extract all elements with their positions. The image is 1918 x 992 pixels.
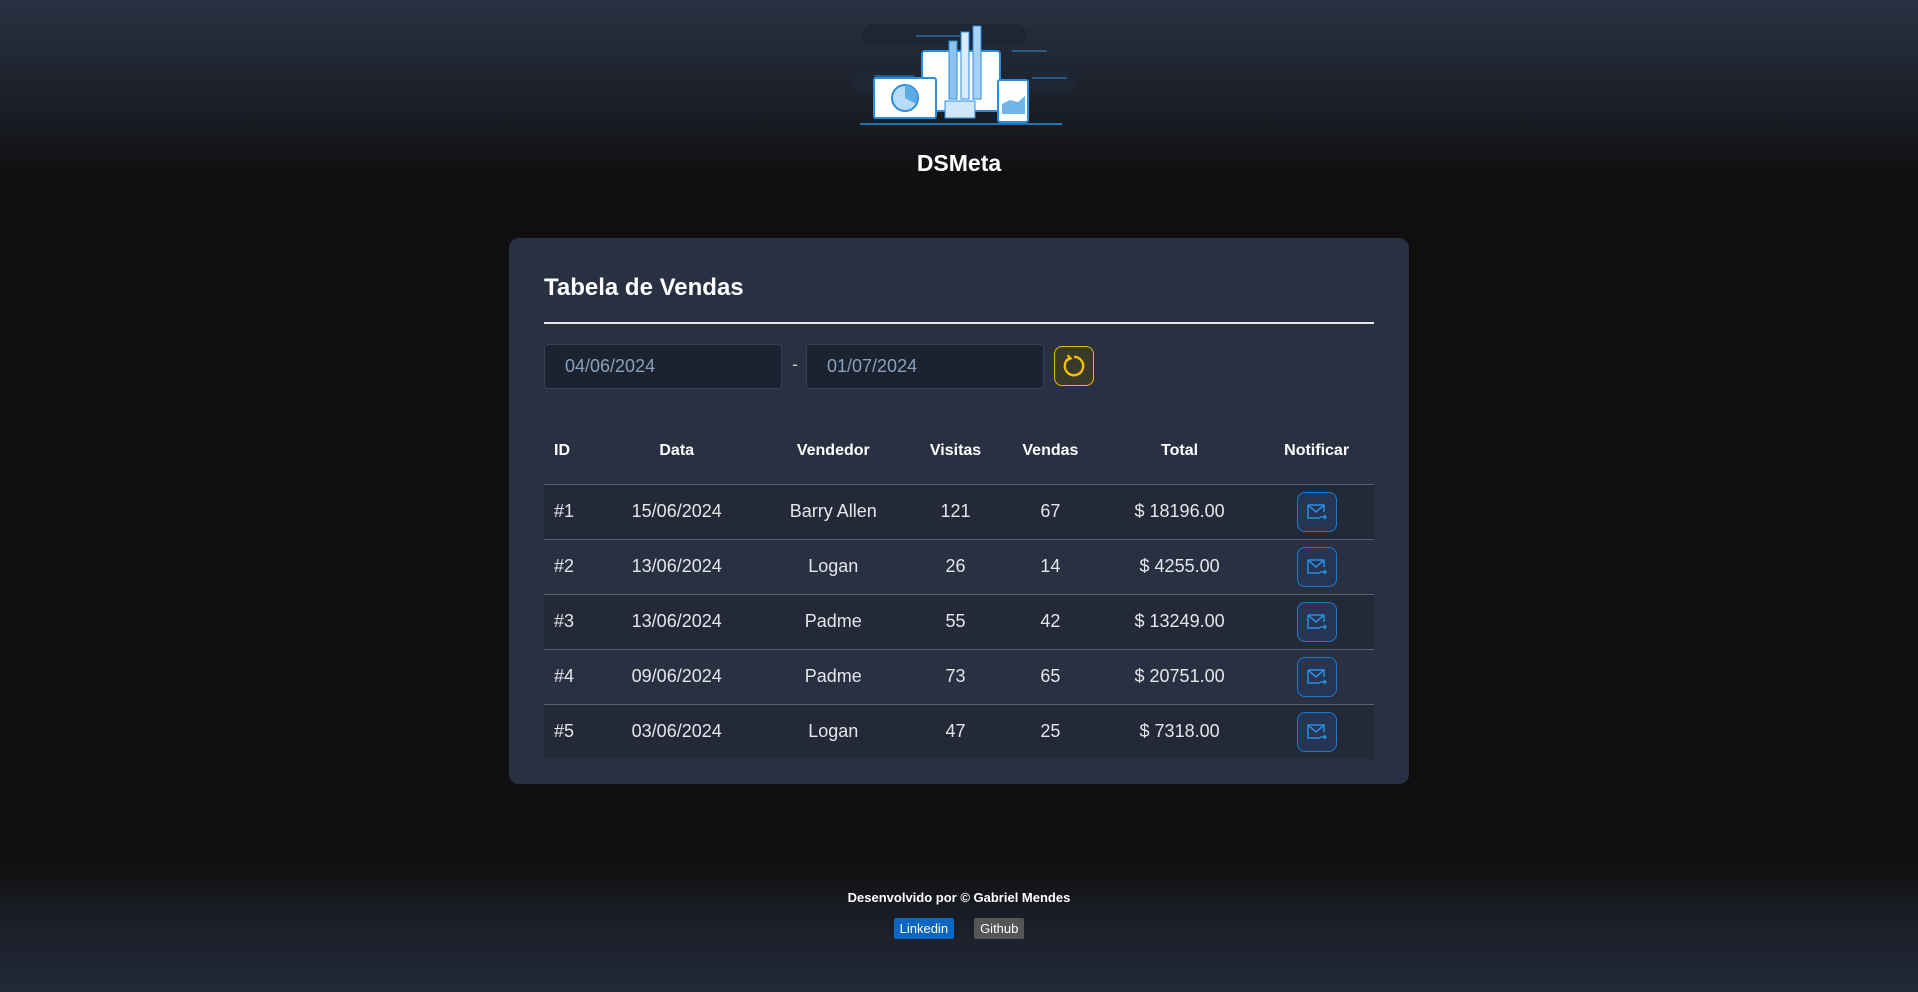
date-max-input[interactable] [806,344,1044,389]
mail-icon [1306,724,1327,740]
cell-sales: 65 [1000,649,1100,705]
cell-visits: 26 [910,539,1001,595]
refresh-button[interactable] [1054,346,1094,386]
cell-date: 13/06/2024 [597,539,757,595]
cell-sales: 67 [1000,484,1100,540]
cell-total: $ 4255.00 [1099,539,1260,595]
refresh-icon [1063,354,1085,377]
cell-date: 03/06/2024 [631,721,722,742]
cell-date: 15/06/2024 [597,484,757,540]
col-visits: Visitas [910,418,1001,485]
cell-date: 09/06/2024 [597,649,757,705]
date-min-input[interactable] [544,344,782,389]
sales-table-card: Tabela de Vendas - ID Data Vendedor Visi… [509,238,1409,784]
github-link[interactable]: Github [974,918,1025,939]
cell-total: $ 7318.00 [1139,721,1220,742]
notify-button[interactable] [1296,491,1337,532]
cell-notify [1259,649,1374,705]
table-row: #2 13/06/2024 Logan 26 14 $ 4255.00 [544,539,1374,595]
footer-credit: Desenvolvido por © Gabriel Mendes [847,890,1071,905]
cell-total: $ 13249.00 [1099,594,1260,650]
cell-visits: 73 [910,649,1001,705]
cell-seller: Padme [756,649,911,705]
table-row: #1 15/06/2024 Barry Allen 121 67 $ 18196.00 [544,484,1374,540]
cell-seller: Logan [756,539,911,595]
cell-visits: 47 [945,721,966,742]
cell-visits: 121 [910,484,1001,540]
cell-date: 13/06/2024 [597,594,757,650]
cell-sales: 25 [1040,721,1061,742]
cell-visits: 55 [910,594,1001,650]
cell-notify [1259,704,1374,759]
cell-notify [1259,594,1374,650]
mail-icon [1306,558,1327,575]
cell-total: $ 18196.00 [1099,484,1260,540]
divider [544,322,1374,324]
cell-notify [1259,539,1374,595]
cell-seller: Logan [808,721,859,742]
cell-sales: 42 [1000,594,1100,650]
sales-table: ID Data Vendedor Visitas Vendas Total No… [544,418,1374,759]
col-id: ID [544,418,598,485]
notify-button[interactable] [1296,546,1337,587]
table-row: #3 13/06/2024 Padme 55 42 $ 13249.00 [544,594,1374,650]
notify-button[interactable] [1296,601,1337,642]
col-seller: Vendedor [756,418,911,485]
col-total: Total [1099,418,1260,485]
table-row: #4 09/06/2024 Padme 73 65 $ 20751.00 [544,649,1374,705]
cell-id: #2 [544,539,598,595]
linkedin-link[interactable]: Linkedin [893,918,955,939]
col-sales: Vendas [1000,418,1100,485]
cell-notify [1259,484,1374,540]
cell-id: #1 [544,484,598,540]
cell-total: $ 20751.00 [1099,649,1260,705]
col-date: Data [597,418,757,485]
notify-button[interactable] [1296,711,1337,752]
cell-id: #3 [544,594,598,650]
notify-button[interactable] [1296,656,1337,697]
logo-illustration [852,24,1076,125]
mail-icon [1306,503,1327,520]
date-separator: - [792,354,798,374]
cell-seller: Barry Allen [756,484,911,540]
card-title: Tabela de Vendas [544,274,744,301]
cell-id: #5 [554,721,575,742]
table-row: #5 03/06/2024 Logan 47 25 $ 7318.00 [544,704,1374,759]
col-notify: Notificar [1259,418,1374,485]
cell-seller: Padme [756,594,911,650]
mail-icon [1306,668,1327,685]
mail-icon [1306,613,1327,630]
cell-id: #4 [544,649,598,705]
app-title: DSMeta [916,150,1002,176]
cell-sales: 14 [1000,539,1100,595]
